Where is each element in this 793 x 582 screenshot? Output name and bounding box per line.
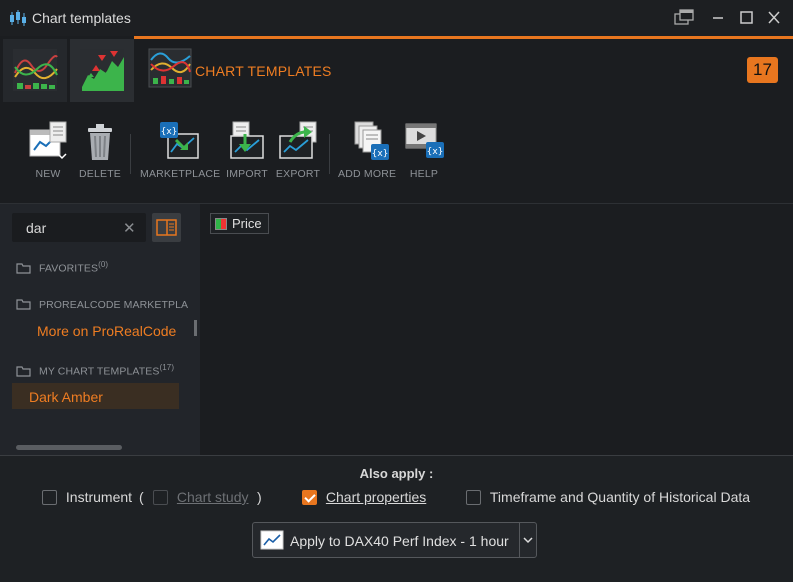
clear-search-icon[interactable]: ✕ bbox=[123, 219, 136, 237]
template-preview-area bbox=[200, 204, 793, 455]
chart-study-option: Chart study bbox=[153, 489, 248, 505]
my-templates-count: (17) bbox=[159, 363, 175, 372]
chart-templates-logo-icon bbox=[148, 46, 192, 90]
tab-signals[interactable] bbox=[70, 39, 134, 102]
marketplace-icon: {x} bbox=[160, 122, 199, 159]
chart-icon bbox=[260, 530, 284, 550]
apply-button-divider bbox=[519, 523, 520, 557]
trash-icon bbox=[88, 124, 112, 160]
marketplace-section-label: PROREALCODE MARKETPLA bbox=[39, 299, 189, 311]
import-icon bbox=[230, 121, 264, 159]
add-more-icon: {x} bbox=[354, 121, 389, 160]
indicator-chart-icon bbox=[13, 49, 58, 91]
export-label: EXPORT bbox=[275, 168, 321, 180]
delete-label: DELETE bbox=[78, 168, 122, 180]
search-value: dar bbox=[26, 220, 47, 236]
chevron-down-icon[interactable] bbox=[523, 536, 533, 544]
export-button[interactable]: EXPORT bbox=[274, 120, 322, 180]
toolbar-separator bbox=[130, 134, 131, 174]
vertical-scrollbar[interactable] bbox=[194, 320, 197, 336]
folder-icon bbox=[16, 299, 31, 310]
chart-properties-checkbox[interactable] bbox=[302, 490, 317, 505]
marketplace-section[interactable]: PROREALCODE MARKETPLA bbox=[16, 298, 188, 311]
export-icon bbox=[279, 121, 317, 159]
my-templates-label: MY CHART TEMPLATES bbox=[39, 365, 160, 378]
my-templates-section[interactable]: MY CHART TEMPLATES(17) bbox=[16, 363, 174, 378]
help-video-icon: {x} bbox=[405, 123, 444, 158]
add-more-label: ADD MORE bbox=[338, 168, 397, 180]
new-template-icon bbox=[29, 121, 67, 160]
svg-text:{x}: {x} bbox=[372, 149, 389, 159]
active-tab-indicator bbox=[134, 36, 793, 39]
template-count-badge: 17 bbox=[747, 57, 778, 83]
instrument-checkbox[interactable] bbox=[42, 490, 57, 505]
timeframe-checkbox[interactable] bbox=[466, 490, 481, 505]
panel-layout-icon bbox=[156, 219, 177, 236]
instrument-option[interactable]: Instrument bbox=[42, 489, 132, 505]
favorites-section[interactable]: FAVORITES(0) bbox=[16, 260, 108, 275]
timeframe-label: Timeframe and Quantity of Historical Dat… bbox=[489, 489, 751, 505]
signals-chart-icon bbox=[80, 49, 124, 91]
chart-properties-label: Chart properties bbox=[325, 489, 427, 505]
chart-study-checkbox bbox=[153, 490, 168, 505]
new-button[interactable]: NEW bbox=[24, 120, 72, 180]
import-button[interactable]: IMPORT bbox=[224, 120, 270, 180]
close-paren: ) bbox=[257, 489, 262, 505]
folder-icon bbox=[16, 365, 31, 377]
maximize-button[interactable] bbox=[734, 6, 758, 30]
import-label: IMPORT bbox=[226, 168, 268, 180]
apply-button-label: Apply to DAX40 Perf Index - 1 hour bbox=[290, 533, 509, 549]
help-label: HELP bbox=[409, 168, 439, 180]
svg-text:{x}: {x} bbox=[161, 127, 178, 137]
chart-properties-option[interactable]: Chart properties bbox=[302, 489, 426, 505]
favorites-count: (0) bbox=[98, 260, 109, 269]
price-label: Price bbox=[232, 216, 262, 231]
page-title: CHART TEMPLATES bbox=[195, 63, 332, 79]
instrument-label: Instrument bbox=[65, 489, 133, 505]
marketplace-button[interactable]: {x} MARKETPLACE bbox=[140, 120, 220, 180]
restore-layout-button[interactable] bbox=[672, 6, 696, 30]
toggle-panel-button[interactable] bbox=[152, 213, 181, 242]
template-item-label: Dark Amber bbox=[29, 389, 103, 405]
close-button[interactable] bbox=[762, 6, 786, 30]
timeframe-option[interactable]: Timeframe and Quantity of Historical Dat… bbox=[466, 489, 750, 505]
toolbar-separator bbox=[329, 134, 330, 174]
also-apply-heading: Also apply : bbox=[359, 466, 434, 481]
add-more-button[interactable]: {x} ADD MORE bbox=[338, 120, 396, 180]
horizontal-scrollbar[interactable] bbox=[16, 445, 122, 450]
price-color-swatch bbox=[215, 218, 227, 230]
prorealcode-link[interactable]: More on ProRealCode bbox=[37, 323, 176, 339]
tab-indicators[interactable] bbox=[3, 39, 67, 102]
open-paren: ( bbox=[139, 489, 144, 505]
help-button[interactable]: {x} HELP bbox=[402, 120, 446, 180]
folder-icon bbox=[16, 262, 31, 274]
favorites-label: FAVORITES bbox=[39, 262, 99, 275]
marketplace-label: MARKETPLACE bbox=[140, 168, 221, 180]
chart-study-label: Chart study bbox=[176, 489, 249, 505]
window-title: Chart templates bbox=[32, 10, 131, 26]
candlestick-app-icon bbox=[8, 9, 28, 27]
apply-button[interactable]: Apply to DAX40 Perf Index - 1 hour bbox=[252, 522, 537, 558]
new-label: NEW bbox=[35, 168, 61, 180]
minimize-button[interactable] bbox=[706, 6, 730, 30]
price-chip[interactable]: Price bbox=[210, 213, 269, 234]
svg-text:{x}: {x} bbox=[427, 147, 444, 157]
chart-templates-window: Chart templates CHART TEMPLATES 17 NEW D… bbox=[0, 0, 793, 582]
delete-button[interactable]: DELETE bbox=[78, 120, 122, 180]
